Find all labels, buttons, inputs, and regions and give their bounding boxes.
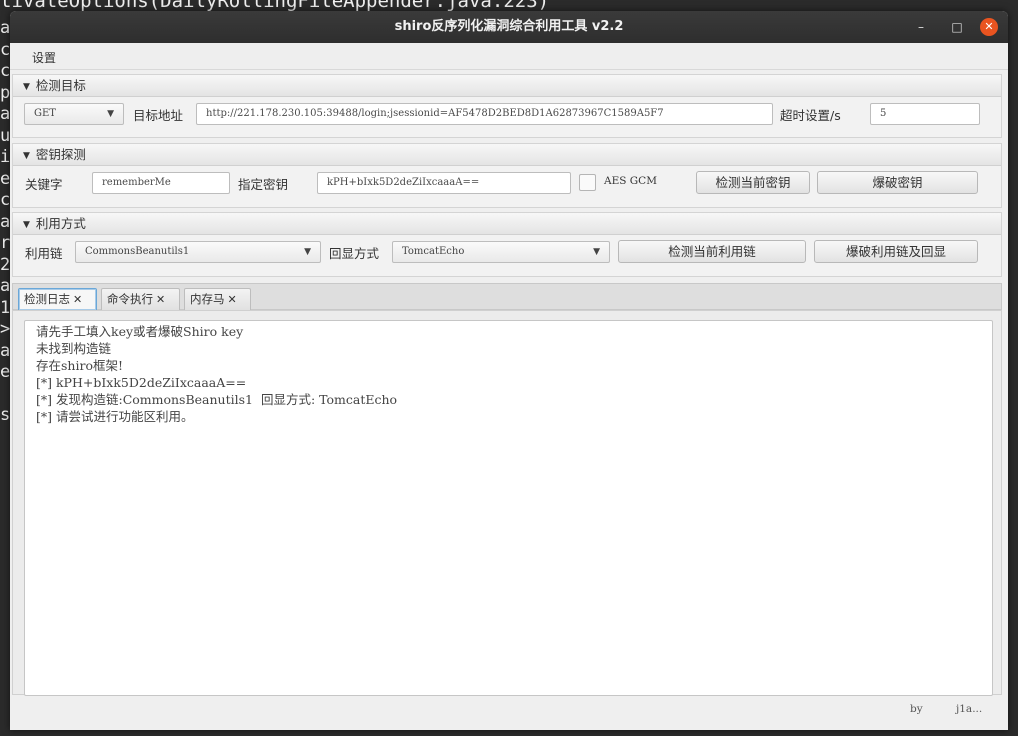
terminal-side-column: a c c p a u i e c a r 2 a 1 > a e s bbox=[0, 18, 10, 427]
target-section-title: 检测目标 bbox=[35, 78, 86, 93]
dropdown-arrow-icon: ▼ bbox=[304, 247, 311, 257]
check-key-button[interactable]: 检测当前密钥 bbox=[696, 171, 810, 194]
terminal-char: > bbox=[0, 319, 10, 339]
collapse-triangle-icon: ▼ bbox=[23, 151, 30, 161]
terminal-char: 1 bbox=[0, 297, 10, 318]
terminal-char: a bbox=[0, 18, 10, 38]
key-section-header[interactable]: ▼ 密钥探测 bbox=[13, 144, 1001, 166]
log-line: 存在shiro框架! bbox=[36, 358, 123, 373]
dropdown-arrow-icon: ▼ bbox=[593, 247, 600, 257]
terminal-char: c bbox=[0, 61, 10, 81]
timeout-label: 超时设置/s bbox=[780, 108, 841, 123]
chain-value: CommonsBeanutils1 bbox=[85, 246, 190, 257]
terminal-char: p bbox=[0, 82, 10, 103]
terminal-char: s bbox=[0, 405, 10, 425]
key-section-title: 密钥探测 bbox=[35, 147, 86, 162]
terminal-char: e bbox=[0, 168, 10, 189]
tab-detect-log[interactable]: 检测日志 ✕ bbox=[18, 288, 97, 311]
terminal-char: a bbox=[0, 340, 10, 361]
footer-author: j1a... bbox=[956, 703, 983, 715]
tab-label: 内存马 bbox=[190, 292, 225, 306]
log-textarea[interactable]: 请先手工填入key或者爆破Shiro key 未找到构造链 存在shiro框架!… bbox=[24, 320, 993, 696]
aes-gcm-checkbox[interactable] bbox=[579, 174, 596, 191]
log-line: [*] 请尝试进行功能区利用。 bbox=[36, 409, 194, 424]
timeout-input[interactable]: 5 bbox=[870, 103, 980, 125]
tab-label: 检测日志 bbox=[24, 292, 70, 306]
terminal-char: u bbox=[0, 125, 10, 146]
exploit-section-title: 利用方式 bbox=[35, 216, 86, 231]
log-panel: 请先手工填入key或者爆破Shiro key 未找到构造链 存在shiro框架!… bbox=[12, 310, 1002, 696]
terminal-char: c bbox=[0, 39, 10, 60]
tab-command-exec[interactable]: 命令执行 ✕ bbox=[101, 288, 180, 311]
target-section: ▼ 检测目标 GET ▼ 目标地址 http://221.178.230.105:… bbox=[12, 74, 1002, 138]
window-title: shiro反序列化漏洞综合利用工具 v2.2 bbox=[394, 19, 624, 34]
log-line: 请先手工填入key或者爆破Shiro key bbox=[36, 324, 244, 339]
minimize-icon[interactable]: – bbox=[912, 18, 930, 36]
url-input[interactable]: http://221.178.230.105:39488/login;jsess… bbox=[196, 103, 773, 125]
maximize-icon[interactable]: □ bbox=[948, 18, 966, 36]
method-value: GET bbox=[34, 108, 56, 119]
menu-bar: 设置 bbox=[10, 43, 1008, 70]
chain-label: 利用链 bbox=[25, 246, 63, 261]
terminal-char: e bbox=[0, 362, 10, 382]
log-line: [*] kPH+bIxk5D2deZiIxcaaaA== bbox=[36, 375, 247, 390]
keyword-input[interactable]: rememberMe bbox=[92, 172, 230, 194]
tab-bar: 检测日志 ✕ 命令执行 ✕ 内存马 ✕ bbox=[12, 283, 1002, 311]
exploit-section-header[interactable]: ▼ 利用方式 bbox=[13, 213, 1001, 235]
terminal-char: 2 bbox=[0, 254, 10, 275]
collapse-triangle-icon: ▼ bbox=[23, 220, 30, 230]
key-section: ▼ 密钥探测 关键字 rememberMe 指定密钥 kPH+bIxk5D2deZ… bbox=[12, 143, 1002, 208]
target-section-header[interactable]: ▼ 检测目标 bbox=[13, 75, 1001, 97]
tab-close-icon[interactable]: ✕ bbox=[73, 293, 82, 306]
brute-chain-button[interactable]: 爆破利用链及回显 bbox=[814, 240, 978, 263]
app-window: shiro反序列化漏洞综合利用工具 v2.2 – □ ✕ 设置 ▼ 检测目标 GE… bbox=[10, 11, 1008, 730]
echo-label: 回显方式 bbox=[329, 246, 380, 261]
tab-memshell[interactable]: 内存马 ✕ bbox=[184, 288, 251, 311]
exploit-section: ▼ 利用方式 利用链 CommonsBeanutils1 ▼ 回显方式 Tomca… bbox=[12, 212, 1002, 277]
chain-select[interactable]: CommonsBeanutils1 ▼ bbox=[75, 241, 321, 263]
echo-select[interactable]: TomcatEcho ▼ bbox=[392, 241, 610, 263]
tab-label: 命令执行 bbox=[107, 292, 153, 306]
key-input[interactable]: kPH+bIxk5D2deZiIxcaaaA== bbox=[317, 172, 571, 194]
check-chain-button[interactable]: 检测当前利用链 bbox=[618, 240, 806, 263]
footer: by j1a... bbox=[10, 703, 1008, 725]
log-line: 未找到构造链 bbox=[36, 341, 112, 356]
terminal-char: a bbox=[0, 104, 10, 124]
close-icon[interactable]: ✕ bbox=[980, 18, 998, 36]
dropdown-arrow-icon: ▼ bbox=[107, 109, 114, 119]
terminal-char: c bbox=[0, 190, 10, 210]
title-bar[interactable]: shiro反序列化漏洞综合利用工具 v2.2 – □ ✕ bbox=[10, 11, 1008, 43]
aes-gcm-label: AES GCM bbox=[604, 175, 657, 187]
footer-by: by bbox=[910, 703, 923, 715]
echo-value: TomcatEcho bbox=[402, 246, 465, 257]
tab-close-icon[interactable]: ✕ bbox=[156, 293, 165, 306]
terminal-char bbox=[0, 384, 10, 406]
terminal-char: i bbox=[0, 147, 10, 167]
url-label: 目标地址 bbox=[133, 108, 184, 123]
menu-settings[interactable]: 设置 bbox=[32, 49, 56, 66]
log-line: [*] 发现构造链:CommonsBeanutils1 回显方式: Tomcat… bbox=[36, 392, 398, 407]
specify-key-label: 指定密钥 bbox=[238, 177, 289, 192]
tab-close-icon[interactable]: ✕ bbox=[228, 293, 237, 306]
terminal-char: r bbox=[0, 233, 10, 253]
method-select[interactable]: GET ▼ bbox=[24, 103, 124, 125]
keyword-label: 关键字 bbox=[25, 177, 63, 192]
brute-key-button[interactable]: 爆破密钥 bbox=[817, 171, 978, 194]
collapse-triangle-icon: ▼ bbox=[23, 82, 30, 92]
terminal-char: a bbox=[0, 276, 10, 296]
terminal-char: a bbox=[0, 211, 10, 232]
